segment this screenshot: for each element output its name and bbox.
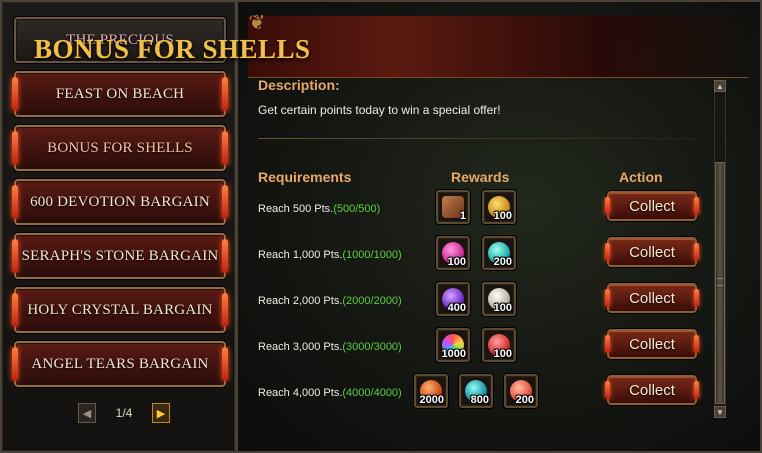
- rewards-column-header: Rewards: [451, 169, 510, 185]
- requirement-label: Reach 2,000 Pts.: [258, 295, 343, 307]
- requirement-label: Reach 1,000 Pts.: [258, 249, 343, 261]
- reward-qty: 1000: [441, 348, 466, 360]
- reward-slot[interactable]: 800: [459, 374, 493, 408]
- table-row: Reach 2,000 Pts.(2000/2000): [258, 295, 402, 307]
- reward-qty: 200: [515, 394, 534, 406]
- requirement-progress: (2000/2000): [342, 295, 402, 307]
- requirement-progress: (4000/4000): [342, 387, 402, 399]
- reward-qty: 100: [447, 256, 466, 268]
- reward-slot[interactable]: 2000: [414, 374, 448, 408]
- collect-button[interactable]: Collect: [605, 329, 699, 359]
- action-column-header: Action: [619, 169, 663, 185]
- sidebar-item-label: FEAST ON BEACH: [55, 85, 185, 102]
- requirement-label: Reach 3,000 Pts.: [258, 341, 343, 353]
- reward-slot[interactable]: 1000: [436, 328, 470, 362]
- grip-icon: [717, 278, 723, 286]
- reward-slot[interactable]: 200: [504, 374, 538, 408]
- right-arrow-icon[interactable]: ▶: [152, 403, 170, 423]
- reward-qty: 1: [459, 210, 466, 222]
- collect-button[interactable]: Collect: [605, 375, 699, 405]
- collect-button[interactable]: Collect: [605, 237, 699, 267]
- sidebar-item-600-devotion-bargain[interactable]: 600 DEVOTION BARGAIN: [12, 179, 228, 225]
- reward-qty: 100: [493, 302, 512, 314]
- requirement-progress: (3000/3000): [342, 341, 402, 353]
- left-arrow-icon[interactable]: ◀: [78, 403, 96, 423]
- sidebar-item-label: ANGEL TEARS BARGAIN: [31, 355, 209, 372]
- ornament-icon: ❦: [248, 12, 266, 34]
- reward-slot[interactable]: 100: [482, 282, 516, 316]
- reward-qty: 2000: [419, 394, 444, 406]
- title-banner: [248, 16, 748, 78]
- reward-qty: 100: [493, 210, 512, 222]
- reward-qty: 400: [447, 302, 466, 314]
- reward-slot[interactable]: 400: [436, 282, 470, 316]
- requirements-column-header: Requirements: [258, 169, 352, 185]
- table-row: Reach 3,000 Pts.(3000/3000): [258, 341, 402, 353]
- page-indicator: 1/4: [115, 406, 133, 420]
- scroll-up-icon[interactable]: ▲: [714, 80, 726, 92]
- table-row: Reach 4,000 Pts.(4000/4000): [258, 387, 402, 399]
- sidebar-item-label: 600 DEVOTION BARGAIN: [30, 193, 210, 210]
- reward-slot[interactable]: 200: [482, 236, 516, 270]
- description-text: Get certain points today to win a specia…: [258, 103, 501, 117]
- collect-button[interactable]: Collect: [605, 191, 699, 221]
- sidebar-item-feast-on-beach[interactable]: FEAST ON BEACH: [12, 71, 228, 117]
- sidebar-item-label: BONUS FOR SHELLS: [47, 139, 193, 156]
- reward-slot[interactable]: 100: [436, 236, 470, 270]
- reward-slot[interactable]: 100: [482, 328, 516, 362]
- requirement-label: Reach 500 Pts.: [258, 203, 334, 215]
- table-row: Reach 500 Pts.(500/500): [258, 203, 380, 215]
- sidebar-item-label: HOLY CRYSTAL BARGAIN: [27, 301, 213, 318]
- pager: ◀ 1/4 ▶: [78, 402, 170, 424]
- reward-slot[interactable]: 1: [436, 190, 470, 224]
- sidebar-item-seraphs-stone-bargain[interactable]: SERAPH'S STONE BARGAIN: [12, 233, 228, 279]
- divider: [258, 138, 698, 139]
- description-heading: Description:: [258, 77, 340, 93]
- reward-qty: 200: [493, 256, 512, 268]
- sidebar-item-holy-crystal-bargain[interactable]: HOLY CRYSTAL BARGAIN: [12, 287, 228, 333]
- reward-slot[interactable]: 100: [482, 190, 516, 224]
- sidebar-item-angel-tears-bargain[interactable]: ANGEL TEARS BARGAIN: [12, 341, 228, 387]
- table-row: Reach 1,000 Pts.(1000/1000): [258, 249, 402, 261]
- reward-qty: 100: [493, 348, 512, 360]
- requirement-progress: (500/500): [333, 203, 381, 215]
- reward-qty: 800: [470, 394, 489, 406]
- requirement-progress: (1000/1000): [342, 249, 402, 261]
- requirement-label: Reach 4,000 Pts.: [258, 387, 343, 399]
- scroll-down-icon[interactable]: ▼: [714, 406, 726, 418]
- collect-button[interactable]: Collect: [605, 283, 699, 313]
- event-sidebar: THE PRECIOUS FEAST ON BEACH BONUS FOR SH…: [0, 0, 237, 453]
- sidebar-item-label: SERAPH'S STONE BARGAIN: [21, 247, 219, 264]
- page-title: BONUS FOR SHELLS: [34, 34, 311, 64]
- sidebar-item-bonus-for-shells[interactable]: BONUS FOR SHELLS: [12, 125, 228, 171]
